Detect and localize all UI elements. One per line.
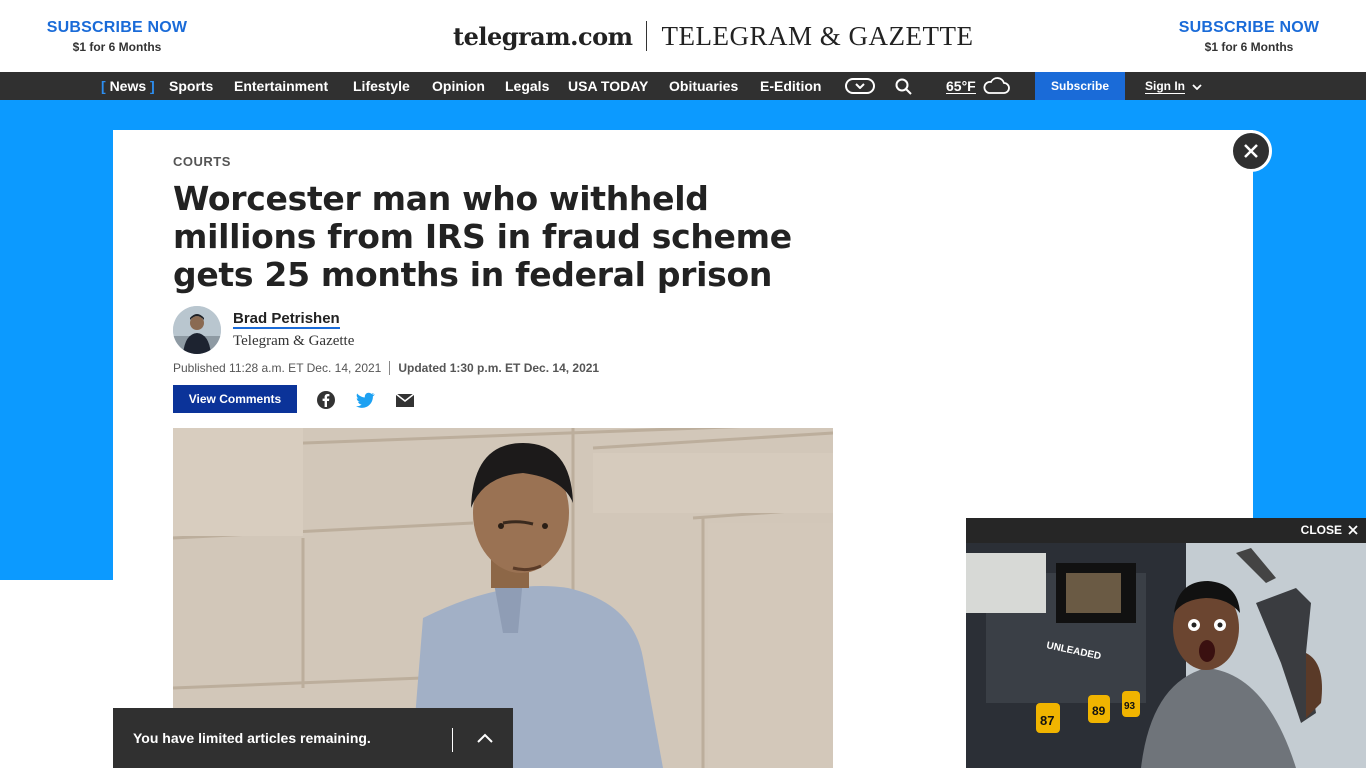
close-icon (1348, 525, 1358, 535)
view-comments-button[interactable]: View Comments (173, 385, 297, 413)
chevron-down-icon (1192, 84, 1202, 91)
nav-item-lifestyle[interactable]: Lifestyle (353, 72, 410, 100)
cloud-icon (983, 77, 1010, 94)
author-avatar[interactable] (173, 306, 221, 354)
subscribe-promo-subtitle: $1 for 6 Months (72, 40, 162, 54)
email-icon (395, 393, 415, 407)
video-close-label: CLOSE (1300, 523, 1342, 537)
subscribe-promo-left[interactable]: SUBSCRIBE NOW $1 for 6 Months (37, 19, 197, 54)
price-label: 87 (1040, 713, 1054, 728)
sign-in-button[interactable]: Sign In (1145, 72, 1202, 100)
chevron-down-icon (855, 83, 865, 89)
price-label: 93 (1124, 701, 1136, 712)
video-close-button[interactable]: CLOSE (1301, 523, 1358, 537)
share-email-button[interactable] (394, 389, 416, 411)
subscribe-button[interactable]: Subscribe (1035, 72, 1125, 100)
nav-item-entertainment[interactable]: Entertainment (234, 72, 328, 100)
updated-date: Updated 1:30 p.m. ET Dec. 14, 2021 (398, 361, 600, 375)
nav-item-news[interactable]: [ News ] (101, 72, 155, 100)
chevron-up-icon (477, 733, 493, 743)
search-button[interactable] (895, 78, 913, 101)
top-header: SUBSCRIBE NOW $1 for 6 Months telegram.c… (0, 0, 1366, 72)
subscribe-promo-right[interactable]: SUBSCRIBE NOW $1 for 6 Months (1169, 19, 1329, 54)
close-icon (1244, 144, 1258, 158)
twitter-icon (356, 392, 375, 408)
sign-in-label: Sign In (1145, 79, 1185, 94)
article-kicker[interactable]: COURTS (173, 154, 231, 169)
main-nav: [ News ] Sports Entertainment Lifestyle … (0, 72, 1366, 100)
active-bracket-right: ] (150, 78, 155, 94)
temperature: 65°F (946, 77, 976, 94)
nav-item-usa-today[interactable]: USA TODAY (568, 72, 648, 100)
weather-widget[interactable]: 65°F (946, 72, 1010, 100)
share-twitter-button[interactable] (354, 389, 376, 411)
search-icon (895, 78, 912, 95)
subscribe-promo-title: SUBSCRIBE NOW (1178, 19, 1320, 36)
close-overlay-button[interactable] (1230, 130, 1272, 172)
date-divider (389, 361, 391, 375)
expand-bar-button[interactable] (475, 730, 495, 751)
price-label: 89 (1092, 704, 1106, 718)
author-name-link[interactable]: Brad Petrishen (233, 310, 340, 329)
brand-name: TELEGRAM & GAZETTE (661, 20, 974, 51)
active-bracket-left: [ (101, 78, 106, 94)
more-menu-button[interactable] (845, 78, 875, 94)
share-facebook-button[interactable] (315, 389, 337, 411)
bar-divider (452, 728, 453, 752)
article-dates: Published 11:28 a.m. ET Dec. 14, 2021 Up… (173, 361, 599, 375)
author-photo (173, 306, 221, 354)
nav-item-label: News (109, 78, 147, 94)
facebook-icon (317, 391, 335, 409)
video-thumbnail: UNLEADED 87 89 93 (966, 543, 1366, 768)
floating-video-player[interactable]: CLOSE UNLEADED 87 89 93 (966, 518, 1366, 768)
article-headline: Worcester man who withheld millions from… (173, 179, 792, 294)
logo-divider (646, 21, 648, 51)
subscribe-promo-subtitle: $1 for 6 Months (1204, 40, 1294, 54)
nav-item-obituaries[interactable]: Obituaries (669, 72, 738, 100)
limited-articles-bar: You have limited articles remaining. (113, 708, 513, 768)
nav-item-sports[interactable]: Sports (169, 72, 213, 100)
nav-item-opinion[interactable]: Opinion (432, 72, 485, 100)
published-date: Published 11:28 a.m. ET Dec. 14, 2021 (173, 361, 382, 375)
site-name: telegram.com (453, 21, 633, 51)
site-logo[interactable]: telegram.com TELEGRAM & GAZETTE (453, 20, 973, 52)
nav-item-legals[interactable]: Legals (505, 72, 549, 100)
video-topbar: CLOSE (966, 518, 1366, 543)
author-publication: Telegram & Gazette (233, 333, 355, 349)
limited-articles-text: You have limited articles remaining. (133, 730, 371, 746)
nav-item-e-edition[interactable]: E-Edition (760, 72, 821, 100)
subscribe-promo-title: SUBSCRIBE NOW (46, 19, 188, 36)
video-frame[interactable]: UNLEADED 87 89 93 (966, 543, 1366, 768)
